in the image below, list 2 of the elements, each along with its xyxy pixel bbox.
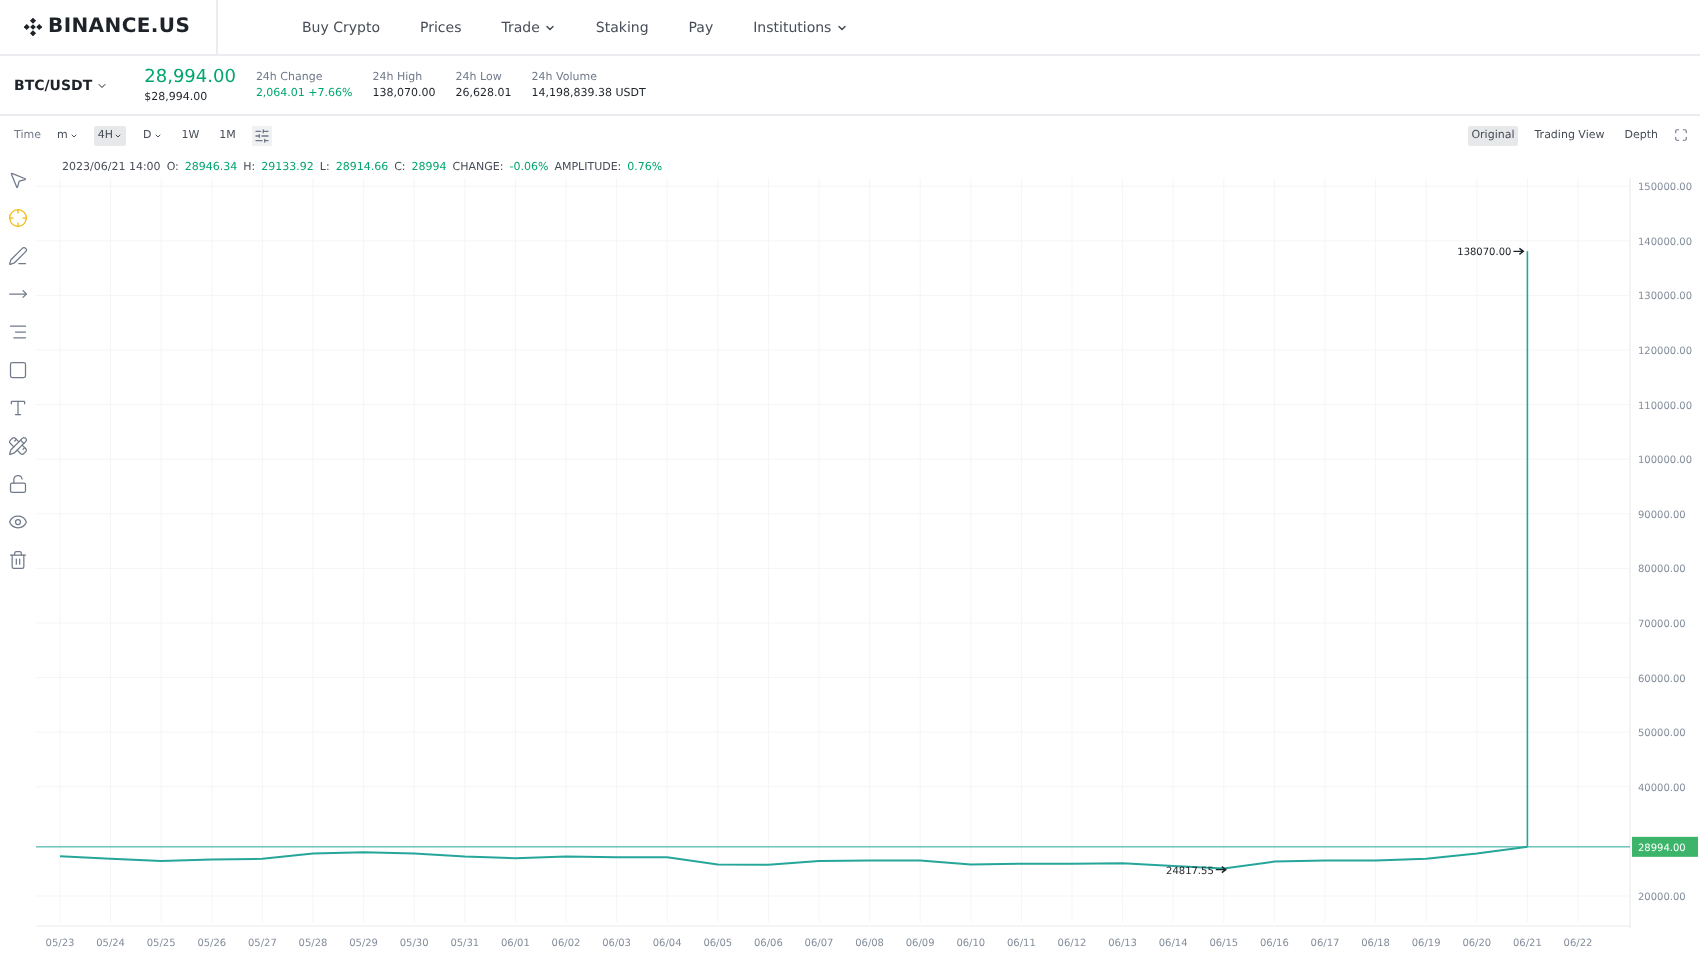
logo-text: BINANCE.US	[48, 16, 191, 38]
last-price: 28,994.00	[144, 67, 236, 88]
